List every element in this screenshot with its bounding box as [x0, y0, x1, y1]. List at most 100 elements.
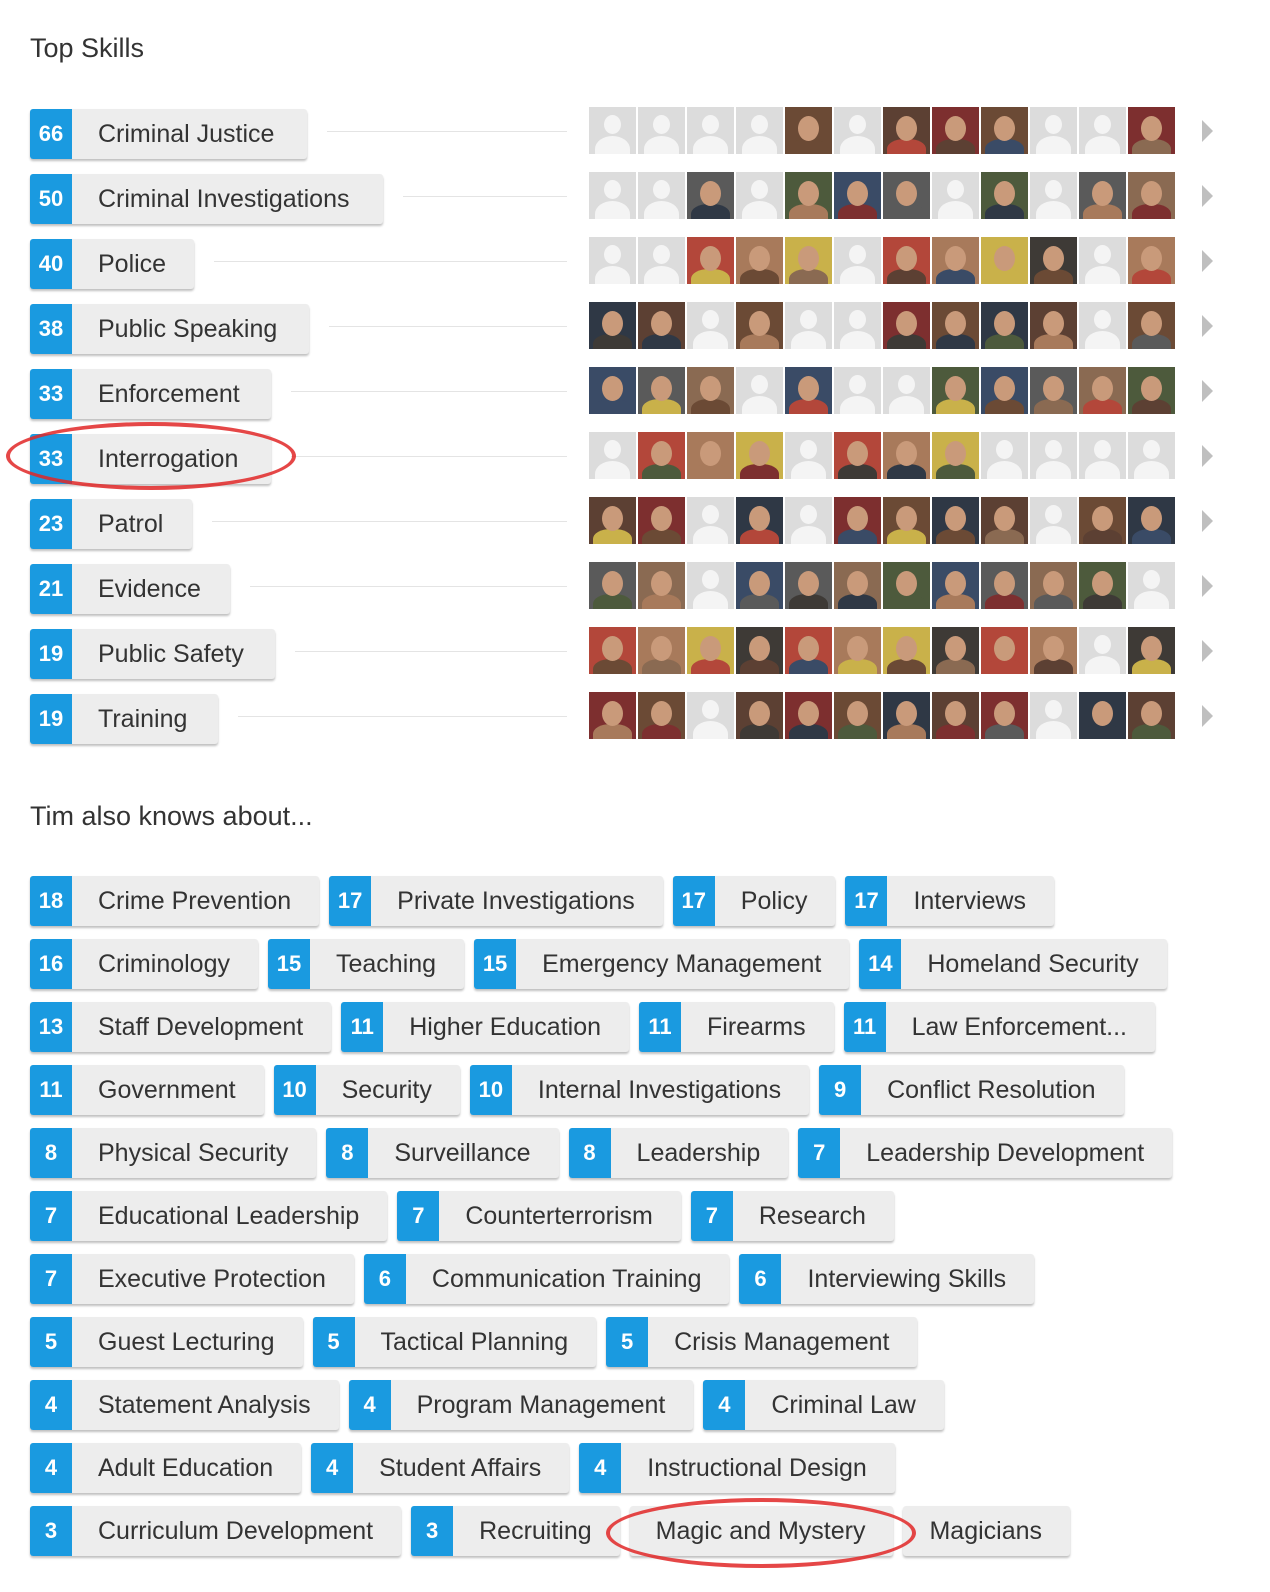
skill-pill-magic-and-mystery[interactable]: Magic and Mystery [629, 1506, 894, 1556]
endorsement-count-badge[interactable]: 4 [30, 1443, 72, 1493]
endorsement-count-badge[interactable]: 11 [341, 1002, 384, 1052]
skill-pill-statement-analysis[interactable]: 4 Statement Analysis [30, 1380, 339, 1430]
skill-name[interactable]: Private Investigations [371, 876, 663, 926]
endorser-avatar-placeholder[interactable] [687, 497, 734, 544]
skill-name[interactable]: Magic and Mystery [630, 1506, 894, 1556]
endorsement-count-badge[interactable]: 15 [474, 939, 517, 989]
endorsement-count-badge[interactable]: 10 [273, 1065, 316, 1115]
endorsement-count-badge[interactable]: 16 [30, 939, 72, 989]
endorser-avatar-placeholder[interactable] [834, 367, 881, 414]
endorser-avatar-photo[interactable] [834, 692, 881, 739]
endorsement-count-badge[interactable]: 5 [606, 1317, 649, 1367]
endorsement-count-badge[interactable]: 11 [30, 1065, 72, 1115]
endorser-avatar-photo[interactable] [687, 172, 734, 219]
skill-pill-criminal-investigations[interactable]: 50 Criminal Investigations [30, 174, 383, 224]
endorser-avatar-photo[interactable] [1030, 367, 1077, 414]
endorsement-count-badge[interactable]: 5 [312, 1317, 355, 1367]
skill-pill-interviews[interactable]: 17 Interviews [845, 876, 1054, 926]
skill-name[interactable]: Enforcement [72, 369, 268, 419]
skill-pill-criminology[interactable]: 16 Criminology [30, 939, 258, 989]
endorsement-count-badge[interactable]: 11 [843, 1002, 886, 1052]
skill-pill-enforcement[interactable]: 33 Enforcement [30, 369, 271, 419]
endorser-avatar-placeholder[interactable] [883, 367, 930, 414]
skill-name[interactable]: Crime Prevention [72, 876, 319, 926]
endorser-avatar-placeholder[interactable] [1030, 172, 1077, 219]
endorsement-count-badge[interactable]: 17 [329, 876, 372, 926]
endorser-avatar-placeholder[interactable] [1079, 627, 1126, 674]
endorser-avatar-placeholder[interactable] [1079, 432, 1126, 479]
endorser-avatar-photo[interactable] [589, 562, 636, 609]
endorser-avatar-photo[interactable] [785, 562, 832, 609]
skill-name[interactable]: Criminology [72, 939, 258, 989]
skill-name[interactable]: Firearms [681, 1002, 834, 1052]
skill-name[interactable]: Training [72, 694, 215, 744]
skill-name[interactable]: Police [72, 239, 194, 289]
endorser-avatar-photo[interactable] [932, 432, 979, 479]
endorser-avatar-photo[interactable] [981, 562, 1028, 609]
skill-pill-curriculum-development[interactable]: 3 Curriculum Development [30, 1506, 402, 1556]
endorser-avatar-photo[interactable] [785, 692, 832, 739]
skill-pill-magicians[interactable]: Magicians [903, 1506, 1071, 1556]
endorser-avatar-photo[interactable] [638, 302, 685, 349]
chevron-right-icon[interactable] [1202, 185, 1213, 207]
skill-pill-surveillance[interactable]: 8 Surveillance [326, 1128, 559, 1178]
endorser-avatar-photo[interactable] [1079, 367, 1126, 414]
endorsement-count-badge[interactable]: 10 [469, 1065, 512, 1115]
endorsement-count-badge[interactable]: 8 [568, 1128, 611, 1178]
endorser-avatar-placeholder[interactable] [932, 172, 979, 219]
skill-name[interactable]: Homeland Security [901, 939, 1166, 989]
skill-name[interactable]: Statement Analysis [72, 1380, 339, 1430]
skill-name[interactable]: Counterterrorism [439, 1191, 681, 1241]
endorser-avatar-photo[interactable] [932, 692, 979, 739]
skill-name[interactable]: Criminal Justice [72, 109, 302, 159]
skill-pill-guest-lecturing[interactable]: 5 Guest Lecturing [30, 1317, 303, 1367]
endorsement-count-badge[interactable]: 18 [30, 876, 72, 926]
skill-pill-higher-education[interactable]: 11 Higher Education [341, 1002, 630, 1052]
endorser-avatar-placeholder[interactable] [589, 237, 636, 284]
endorser-avatar-placeholder[interactable] [736, 172, 783, 219]
endorser-avatar-placeholder[interactable] [1128, 432, 1175, 479]
endorser-avatar-photo[interactable] [1030, 562, 1077, 609]
endorser-avatar-photo[interactable] [883, 302, 930, 349]
endorser-avatar-photo[interactable] [736, 432, 783, 479]
skill-name[interactable]: Higher Education [383, 1002, 629, 1052]
endorser-avatar-placeholder[interactable] [785, 497, 832, 544]
endorser-avatar-photo[interactable] [687, 627, 734, 674]
chevron-right-icon[interactable] [1202, 380, 1213, 402]
endorsement-count-badge[interactable]: 7 [397, 1191, 440, 1241]
skill-name[interactable]: Interrogation [72, 434, 266, 484]
endorser-avatar-placeholder[interactable] [785, 302, 832, 349]
endorser-avatar-placeholder[interactable] [1079, 107, 1126, 154]
endorser-avatar-photo[interactable] [736, 692, 783, 739]
endorser-avatar-photo[interactable] [932, 367, 979, 414]
endorsement-count-badge[interactable]: 17 [672, 876, 715, 926]
endorser-avatar-photo[interactable] [785, 107, 832, 154]
endorser-avatar-placeholder[interactable] [736, 107, 783, 154]
skill-pill-policy[interactable]: 17 Policy [672, 876, 836, 926]
endorsement-count-badge[interactable]: 15 [267, 939, 310, 989]
endorser-avatar-photo[interactable] [638, 367, 685, 414]
skill-pill-criminal-law[interactable]: 4 Criminal Law [703, 1380, 944, 1430]
skill-pill-conflict-resolution[interactable]: 9 Conflict Resolution [819, 1065, 1124, 1115]
skill-name[interactable]: Teaching [310, 939, 464, 989]
endorser-avatar-photo[interactable] [883, 562, 930, 609]
endorser-avatar-photo[interactable] [1030, 302, 1077, 349]
endorser-avatar-photo[interactable] [638, 562, 685, 609]
endorser-avatar-photo[interactable] [638, 692, 685, 739]
chevron-right-icon[interactable] [1202, 575, 1213, 597]
endorser-avatar-photo[interactable] [883, 627, 930, 674]
endorser-avatar-placeholder[interactable] [1128, 562, 1175, 609]
endorsement-count-badge[interactable]: 9 [819, 1065, 862, 1115]
skill-pill-police[interactable]: 40 Police [30, 239, 194, 289]
endorser-avatar-photo[interactable] [981, 172, 1028, 219]
endorsement-count-badge[interactable]: 3 [411, 1506, 454, 1556]
skill-pill-recruiting[interactable]: 3 Recruiting [411, 1506, 620, 1556]
endorser-avatar-placeholder[interactable] [1030, 692, 1077, 739]
endorsement-count-badge[interactable]: 7 [690, 1191, 733, 1241]
endorsement-count-badge[interactable]: 8 [326, 1128, 369, 1178]
skill-name[interactable]: Interviewing Skills [781, 1254, 1034, 1304]
skill-pill-law-enforcement[interactable]: 11 Law Enforcement... [843, 1002, 1156, 1052]
skill-name[interactable]: Physical Security [72, 1128, 316, 1178]
skill-name[interactable]: Program Management [391, 1380, 694, 1430]
skill-name[interactable]: Patrol [72, 499, 191, 549]
